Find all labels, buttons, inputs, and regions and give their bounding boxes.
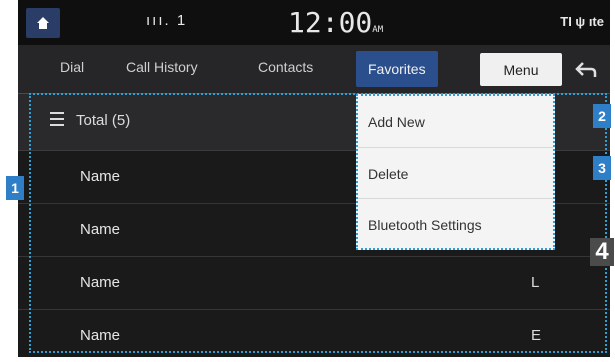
contact-name: Name	[80, 327, 121, 344]
tab-call-history[interactable]: Call History	[126, 59, 198, 75]
menu-button[interactable]: Menu	[480, 53, 562, 86]
tab-bar: Dial Call History Contacts Favorites Men…	[18, 45, 610, 94]
clock-suffix: AM	[372, 25, 384, 35]
callout-marker-4: 4	[590, 238, 614, 266]
menu-item-delete[interactable]: Delete	[358, 147, 553, 199]
list-item[interactable]: Name E	[18, 310, 610, 362]
callout-marker-2: 2	[593, 104, 611, 128]
back-arrow-icon	[575, 61, 597, 77]
contact-name: Name	[80, 168, 121, 185]
home-icon	[37, 17, 49, 29]
phone-type-icon: E	[531, 327, 542, 344]
clock-time: 12:00	[288, 6, 373, 39]
menu-dropdown: Add New Delete Bluetooth Settings	[356, 94, 555, 250]
list-item[interactable]: Name L	[18, 257, 610, 310]
menu-item-add-new[interactable]: Add New	[358, 96, 553, 148]
signal-indicator: ııı. 1	[146, 12, 188, 29]
callout-marker-3: 3	[593, 156, 611, 180]
list-icon	[50, 112, 64, 126]
clock: 12:00AM	[288, 6, 383, 39]
contact-name: Name	[80, 221, 121, 238]
home-button[interactable]	[26, 8, 60, 38]
phone-type-icon: L	[531, 274, 540, 291]
tab-dial[interactable]: Dial	[60, 59, 84, 75]
menu-button-label: Menu	[503, 61, 539, 78]
menu-item-bluetooth-settings[interactable]: Bluetooth Settings	[358, 198, 553, 250]
callout-marker-1: 1	[6, 176, 24, 200]
total-count: Total (5)	[76, 112, 131, 129]
status-icons: TI ψ ıte	[560, 14, 604, 29]
tab-favorites[interactable]: Favorites	[356, 51, 438, 87]
tab-contacts[interactable]: Contacts	[258, 59, 313, 75]
contact-name: Name	[80, 274, 121, 291]
back-button[interactable]	[567, 53, 605, 86]
status-bar: ııı. 1 12:00AM TI ψ ıte	[18, 0, 610, 45]
